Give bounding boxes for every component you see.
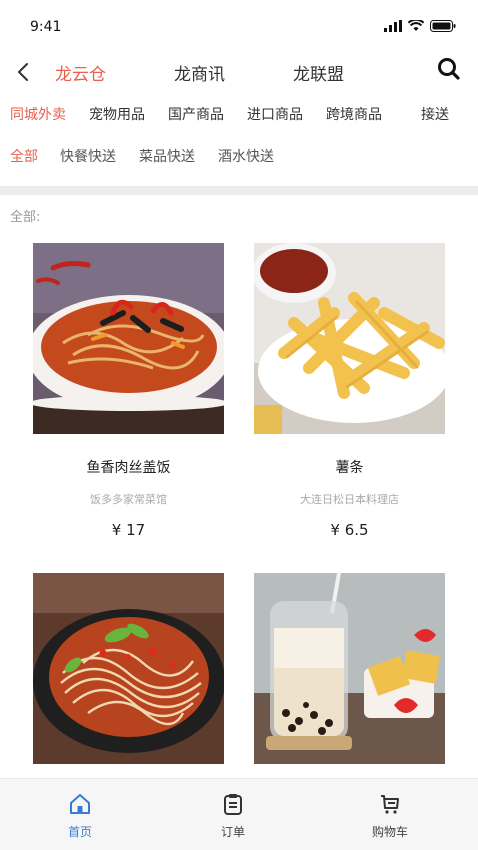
bottom-nav: 首页 订单 购物车	[0, 778, 478, 850]
product-name[interactable]: 薯条	[254, 457, 445, 477]
cart-icon	[381, 795, 399, 814]
section-label: 全部:	[10, 210, 41, 225]
bottom-nav-cart[interactable]: 购物车	[345, 793, 435, 840]
search-icon[interactable]	[436, 56, 462, 82]
subcategory-all[interactable]: 全部	[10, 146, 38, 166]
home-icon	[70, 794, 90, 814]
category-imported[interactable]: 进口商品	[247, 104, 303, 124]
battery-icon	[430, 20, 456, 32]
section-divider	[0, 186, 478, 195]
product-shop: 大连日松日本料理店	[300, 493, 399, 506]
product-image[interactable]	[33, 573, 224, 764]
product-price: ¥ 17	[111, 521, 146, 539]
clipboard-icon	[224, 794, 242, 815]
product-card[interactable]	[254, 573, 445, 764]
product-card[interactable]: 鱼香肉丝盖饭 饭多多家常菜馆 ¥ 17	[33, 243, 224, 539]
status-icons	[384, 20, 456, 32]
category-pickup[interactable]: 接送	[421, 104, 449, 124]
tab-longlianmeng[interactable]: 龙联盟	[293, 60, 344, 85]
subcategory-dishes[interactable]: 菜品快送	[139, 146, 195, 166]
status-bar: 9:41	[0, 0, 478, 50]
tab-longyuncang[interactable]: 龙云仓	[55, 60, 106, 85]
bottom-nav-home-label: 首页	[67, 825, 92, 839]
bottom-nav-home[interactable]: 首页	[35, 793, 125, 840]
subcategory-drinks[interactable]: 酒水快送	[218, 146, 274, 166]
product-image[interactable]	[33, 243, 224, 434]
bottom-nav-orders[interactable]: 订单	[188, 793, 278, 840]
bottom-nav-cart-label: 购物车	[371, 825, 408, 839]
tab-longshangxun[interactable]: 龙商讯	[174, 60, 225, 85]
subcategory-tabs: 全部 快餐快送 菜品快送 酒水快送	[0, 142, 478, 170]
product-card[interactable]	[33, 573, 224, 764]
wifi-icon	[408, 20, 424, 31]
category-tabs: 同城外卖 宠物用品 国产商品 进口商品 跨境商品 接送	[0, 100, 478, 128]
product-card[interactable]: 薯条 大连日松日本料理店 ¥ 6.5	[254, 243, 445, 539]
category-domestic[interactable]: 国产商品	[168, 104, 224, 124]
category-takeout[interactable]: 同城外卖	[10, 104, 66, 124]
signal-icon	[384, 20, 402, 32]
product-name[interactable]: 鱼香肉丝盖饭	[33, 457, 224, 477]
bottom-nav-orders-label: 订单	[220, 825, 245, 839]
subcategory-fast-food[interactable]: 快餐快送	[60, 146, 116, 166]
category-cross-border[interactable]: 跨境商品	[326, 104, 382, 124]
product-image[interactable]	[254, 243, 445, 434]
chevron-left-icon[interactable]	[12, 58, 36, 86]
product-price: ¥ 6.5	[330, 521, 369, 539]
status-time: 9:41	[30, 19, 62, 35]
product-image[interactable]	[254, 573, 445, 764]
top-nav: 龙云仓 龙商讯 龙联盟	[0, 52, 478, 92]
product-shop: 饭多多家常菜馆	[90, 493, 167, 506]
category-pet-supplies[interactable]: 宠物用品	[89, 104, 145, 124]
